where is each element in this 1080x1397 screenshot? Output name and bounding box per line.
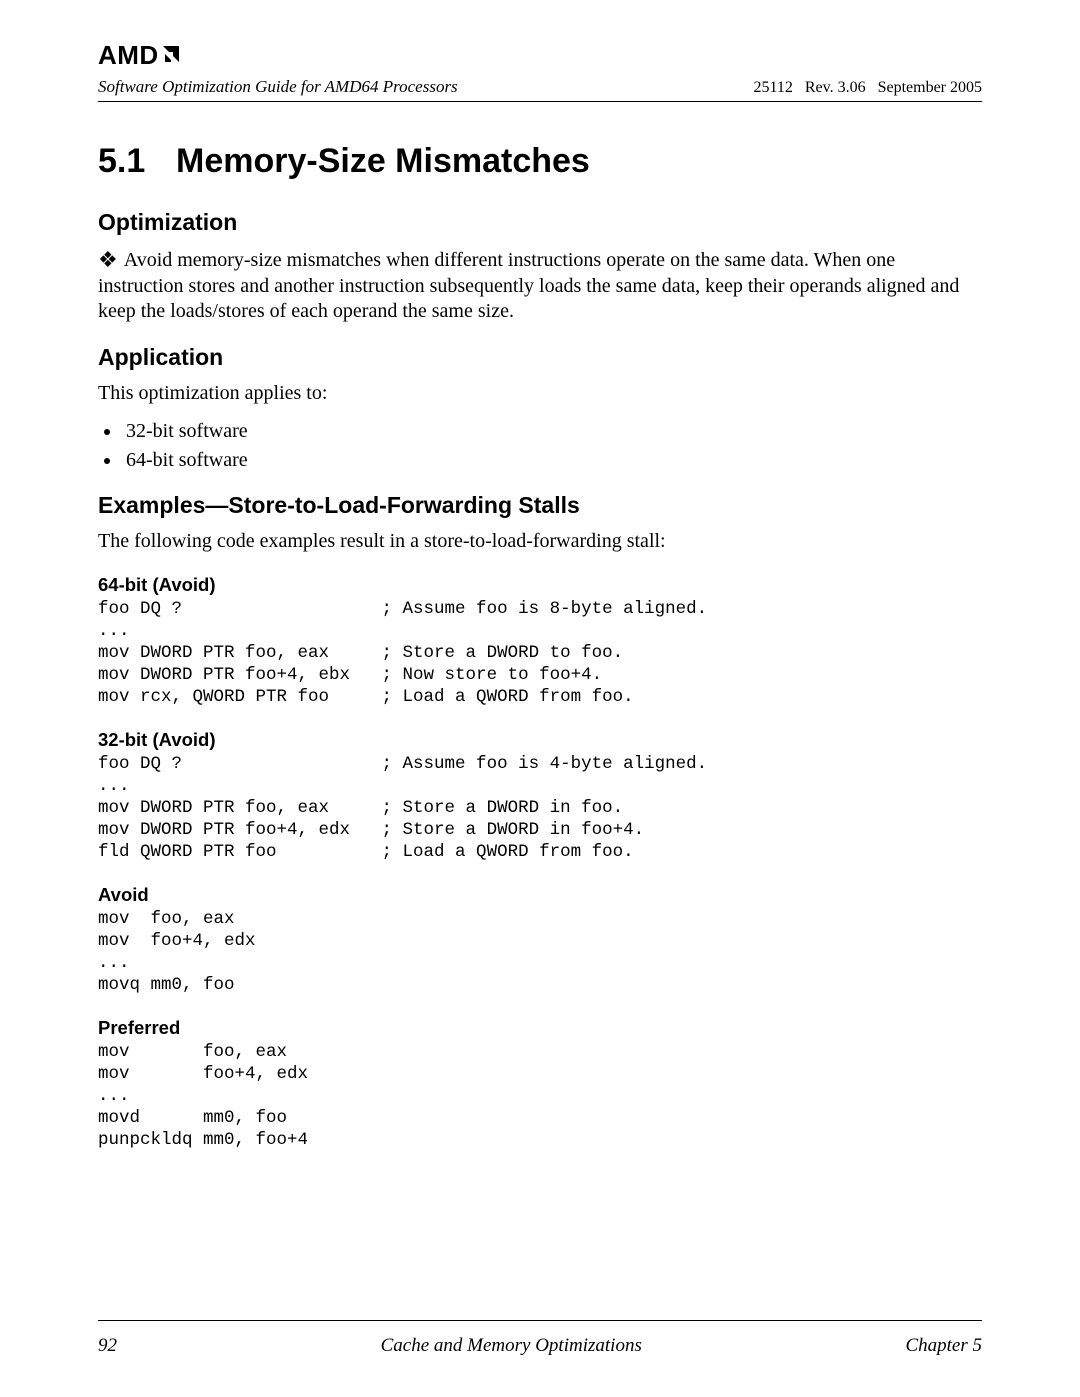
page: AMD Software Optimization Guide for AMD6… bbox=[0, 0, 1080, 1397]
application-list: 32-bit software 64-bit software bbox=[98, 420, 982, 472]
examples-heading: Examples—Store-to-Load-Forwarding Stalls bbox=[98, 492, 982, 519]
optimization-heading: Optimization bbox=[98, 209, 982, 236]
footer-right: Chapter 5 bbox=[905, 1335, 982, 1357]
footer-center: Cache and Memory Optimizations bbox=[381, 1335, 642, 1357]
code-block-title: 32-bit (Avoid) bbox=[98, 729, 982, 751]
diamond-icon: ❖ bbox=[98, 246, 118, 274]
code-block-title: Avoid bbox=[98, 884, 982, 906]
header-rule bbox=[98, 101, 982, 102]
page-number: 92 bbox=[98, 1335, 117, 1357]
amd-arrow-icon bbox=[161, 40, 183, 71]
section-number: 5.1 bbox=[98, 142, 176, 181]
doc-meta: 25112 Rev. 3.06 September 2005 bbox=[753, 79, 982, 97]
footer-rule bbox=[98, 1320, 982, 1321]
code-block: foo DQ ? ; Assume foo is 8-byte aligned.… bbox=[98, 598, 982, 709]
list-item: 64-bit software bbox=[122, 449, 982, 472]
amd-logo: AMD bbox=[98, 40, 982, 71]
examples-intro: The following code examples result in a … bbox=[98, 529, 982, 554]
doc-title: Software Optimization Guide for AMD64 Pr… bbox=[98, 77, 458, 97]
application-heading: Application bbox=[98, 344, 982, 371]
code-block-title: 64-bit (Avoid) bbox=[98, 574, 982, 596]
code-block: foo DQ ? ; Assume foo is 4-byte aligned.… bbox=[98, 753, 982, 864]
list-item: 32-bit software bbox=[122, 420, 982, 443]
running-header: Software Optimization Guide for AMD64 Pr… bbox=[98, 77, 982, 97]
logo-text: AMD bbox=[98, 40, 159, 71]
code-block: mov foo, eax mov foo+4, edx ... movd mm0… bbox=[98, 1041, 982, 1152]
code-block-title: Preferred bbox=[98, 1017, 982, 1039]
optimization-paragraph: ❖Avoid memory-size mismatches when diffe… bbox=[98, 246, 982, 324]
running-footer: 92 Cache and Memory Optimizations Chapte… bbox=[98, 1335, 982, 1357]
section-title-text: Memory-Size Mismatches bbox=[176, 142, 590, 180]
optimization-text: Avoid memory-size mismatches when differ… bbox=[98, 249, 959, 322]
section-heading: 5.1Memory-Size Mismatches bbox=[98, 142, 982, 181]
application-intro: This optimization applies to: bbox=[98, 381, 982, 406]
code-block: mov foo, eax mov foo+4, edx ... movq mm0… bbox=[98, 908, 982, 997]
